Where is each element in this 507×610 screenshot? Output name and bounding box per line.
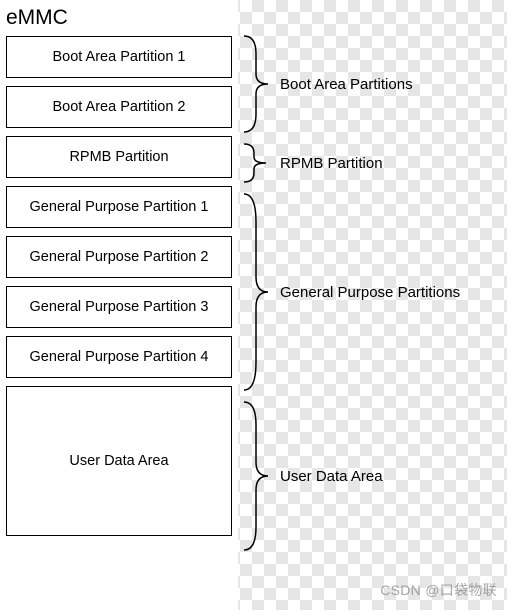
diagram-title: eMMC [0, 6, 238, 36]
partition-box-rpmb: RPMB Partition [6, 136, 232, 178]
partition-column: eMMC Boot Area Partition 1 Boot Area Par… [0, 0, 238, 610]
partition-box-gpp2: General Purpose Partition 2 [6, 236, 232, 278]
partition-box-uda: User Data Area [6, 386, 232, 536]
brace-boot-icon [240, 34, 276, 134]
partition-box-gpp1: General Purpose Partition 1 [6, 186, 232, 228]
partition-label: Boot Area Partition 1 [53, 49, 186, 65]
partition-label: General Purpose Partition 4 [30, 349, 209, 365]
partition-box-gpp4: General Purpose Partition 4 [6, 336, 232, 378]
partition-label: RPMB Partition [69, 149, 168, 165]
group-label-rpmb: RPMB Partition [280, 155, 383, 172]
group-label-uda: User Data Area [280, 468, 383, 485]
partition-label: Boot Area Partition 2 [53, 99, 186, 115]
partition-box-boot1: Boot Area Partition 1 [6, 36, 232, 78]
partition-label: General Purpose Partition 1 [30, 199, 209, 215]
watermark-text: CSDN @口袋物联 [380, 580, 497, 600]
group-label-boot: Boot Area Partitions [280, 76, 413, 93]
partition-box-gpp3: General Purpose Partition 3 [6, 286, 232, 328]
group-label-gpp: General Purpose Partitions [280, 284, 460, 301]
partition-label: General Purpose Partition 2 [30, 249, 209, 265]
partition-label: General Purpose Partition 3 [30, 299, 209, 315]
brace-rpmb-icon [240, 142, 276, 184]
partition-label: User Data Area [69, 453, 168, 469]
partition-box-boot2: Boot Area Partition 2 [6, 86, 232, 128]
brace-gpp-icon [240, 192, 276, 392]
brace-uda-icon [240, 400, 276, 552]
